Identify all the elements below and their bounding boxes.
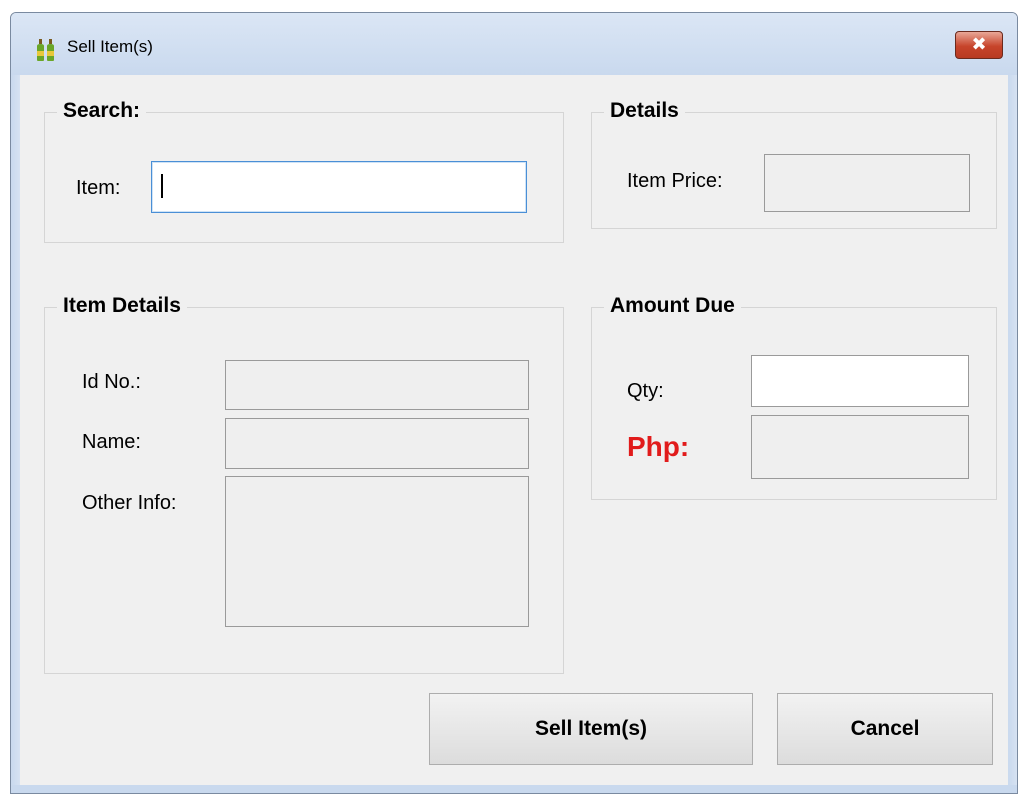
- sell-items-button[interactable]: Sell Item(s): [429, 693, 753, 765]
- text-caret: [161, 174, 163, 198]
- title-bar: [11, 13, 1017, 75]
- name-field: [225, 418, 529, 469]
- name-label: Name:: [82, 431, 141, 453]
- amount-due-legend: Amount Due: [604, 294, 741, 318]
- item-search-input[interactable]: [151, 161, 527, 213]
- window-title: Sell Item(s): [67, 37, 153, 56]
- details-group: Details Item Price:: [591, 99, 997, 229]
- details-legend: Details: [604, 99, 685, 123]
- item-label: Item:: [76, 177, 121, 199]
- search-legend: Search:: [57, 99, 147, 123]
- amount-due-group: Amount Due Qty: Php:: [591, 294, 997, 500]
- item-details-legend: Item Details: [57, 294, 187, 318]
- qty-input[interactable]: [751, 355, 969, 407]
- id-no-field: [225, 360, 529, 410]
- dialog-client-area: Search: Item: Details Item Price: Item D…: [20, 75, 1008, 785]
- php-label: Php:: [627, 431, 690, 462]
- qty-label: Qty:: [627, 380, 664, 402]
- cancel-button[interactable]: Cancel: [777, 693, 993, 765]
- close-button[interactable]: ✖: [955, 31, 1003, 59]
- window-frame-bottom: [11, 785, 1017, 793]
- window-frame-right: [1008, 75, 1017, 793]
- search-group: Search: Item:: [44, 99, 564, 243]
- other-info-label: Other Info:: [82, 492, 177, 514]
- item-price-label: Item Price:: [627, 170, 723, 192]
- other-info-field: [225, 476, 529, 627]
- item-details-group: Item Details Id No.: Name: Other Info:: [44, 294, 564, 674]
- bottles-icon: [37, 39, 54, 61]
- id-no-label: Id No.:: [82, 371, 141, 393]
- php-amount-field: [751, 415, 969, 479]
- window-frame-left: [11, 75, 20, 793]
- item-price-field: [764, 154, 970, 212]
- sell-items-dialog: Sell Item(s) ✖ Search: Item: Details Ite…: [10, 12, 1018, 794]
- close-icon: ✖: [971, 34, 987, 55]
